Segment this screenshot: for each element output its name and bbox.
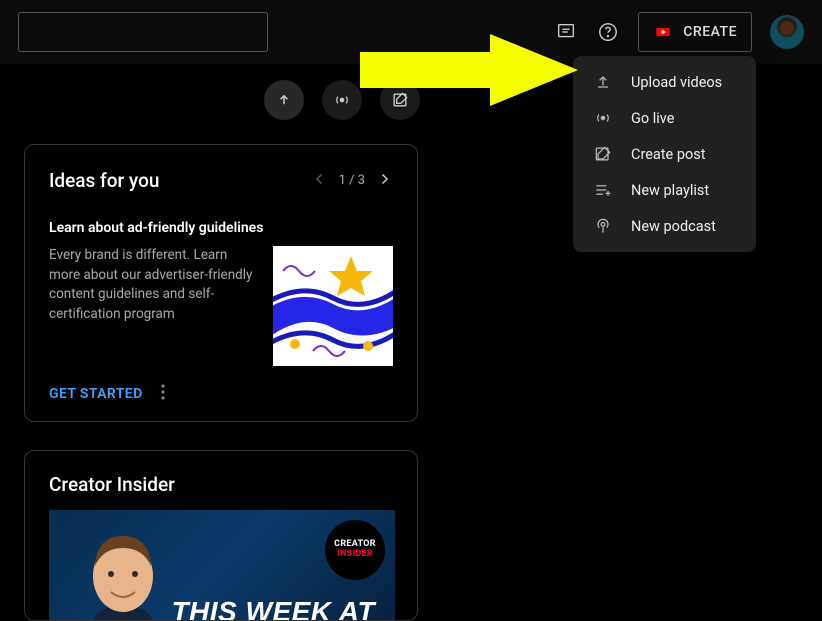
create-plus-icon: [653, 22, 673, 42]
creator-insider-title: Creator Insider: [49, 473, 393, 496]
get-started-button[interactable]: GET STARTED: [49, 386, 143, 402]
menu-item-label: Upload videos: [631, 74, 722, 91]
topbar-actions: CREATE: [554, 12, 804, 52]
create-button-label: CREATE: [683, 24, 737, 40]
ideas-pager: 1 / 3: [311, 170, 393, 192]
ideas-header: Ideas for you 1 / 3: [49, 169, 393, 192]
idea-thumbnail: [273, 246, 393, 366]
idea-tip-title: Learn about ad-friendly guidelines: [49, 220, 393, 236]
idea-tip-desc: Every brand is different. Learn more abo…: [49, 246, 259, 366]
insider-badge: CREATOR INSIDER: [325, 520, 385, 580]
post-icon: [593, 144, 613, 164]
insider-face: [63, 516, 183, 620]
upload-quick-icon[interactable]: [264, 80, 304, 120]
ideas-title: Ideas for you: [49, 169, 159, 192]
next-icon[interactable]: [375, 170, 393, 192]
menu-new-podcast[interactable]: New podcast: [573, 208, 756, 244]
badge-line2: INSIDER: [337, 550, 373, 560]
creator-insider-thumbnail[interactable]: CREATOR INSIDER THIS WEEK AT: [49, 510, 395, 620]
menu-item-label: New playlist: [631, 182, 709, 199]
kebab-icon[interactable]: [161, 384, 165, 404]
ideas-card: Ideas for you 1 / 3 Learn about ad-frien…: [24, 144, 418, 422]
menu-item-label: Create post: [631, 146, 705, 163]
live-icon: [593, 108, 613, 128]
creator-insider-card: Creator Insider CREATOR INSIDER THIS WEE…: [24, 450, 418, 621]
create-button[interactable]: CREATE: [638, 12, 752, 52]
menu-item-label: New podcast: [631, 218, 716, 235]
avatar[interactable]: [770, 15, 804, 49]
live-quick-icon[interactable]: [322, 80, 362, 120]
menu-new-playlist[interactable]: New playlist: [573, 172, 756, 208]
menu-upload-videos[interactable]: Upload videos: [573, 64, 756, 100]
prev-icon[interactable]: [311, 170, 329, 192]
pager-text: 1 / 3: [339, 173, 365, 188]
menu-go-live[interactable]: Go live: [573, 100, 756, 136]
search-input[interactable]: [18, 12, 268, 52]
insider-headline: THIS WEEK AT: [171, 596, 375, 620]
help-icon[interactable]: [596, 20, 620, 44]
podcast-icon: [593, 216, 613, 236]
playlist-icon: [593, 180, 613, 200]
create-menu: Upload videos Go live Create post: [573, 56, 756, 252]
arrow-annotation: [360, 30, 580, 110]
ideas-actions: GET STARTED: [49, 384, 393, 404]
menu-item-label: Go live: [631, 110, 674, 127]
upload-icon: [593, 72, 613, 92]
menu-create-post[interactable]: Create post: [573, 136, 756, 172]
